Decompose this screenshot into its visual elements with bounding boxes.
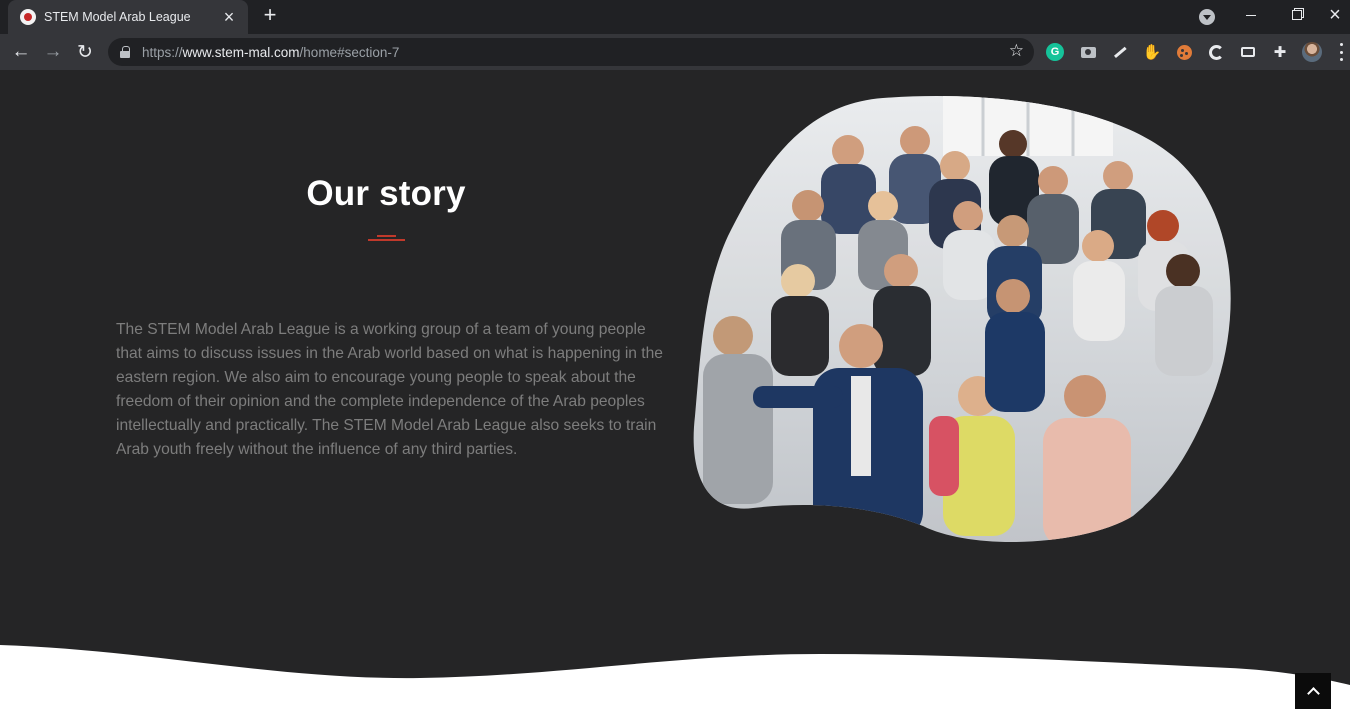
browser-tab-bar: STEM Model Arab League × + × bbox=[0, 0, 1350, 34]
team-photo-illustration bbox=[693, 96, 1231, 543]
title-accent-divider bbox=[368, 235, 405, 241]
back-to-top-button[interactable] bbox=[1295, 673, 1331, 709]
edge-extension-icon[interactable] bbox=[1207, 43, 1225, 61]
browser-tab[interactable]: STEM Model Arab League × bbox=[8, 0, 248, 34]
tab-title: STEM Model Arab League bbox=[44, 10, 191, 24]
site-favicon-icon bbox=[20, 9, 36, 25]
camera-extension-icon[interactable] bbox=[1079, 43, 1097, 61]
profile-avatar[interactable] bbox=[1302, 42, 1322, 62]
reload-icon[interactable]: ↻ bbox=[72, 39, 98, 65]
browser-menu-icon[interactable] bbox=[1338, 43, 1344, 61]
address-bar[interactable]: https://www.stem-mal.com/home#section-7 … bbox=[108, 38, 1034, 66]
browser-toolbar: ← → ↻ https://www.stem-mal.com/home#sect… bbox=[0, 34, 1350, 98]
window-close-button[interactable]: × bbox=[1320, 0, 1350, 30]
forward-arrow-icon[interactable]: → bbox=[40, 39, 66, 65]
window-restore-button[interactable] bbox=[1274, 0, 1320, 30]
window-minimize-button[interactable] bbox=[1228, 0, 1274, 30]
bookmark-star-icon[interactable]: ☆ bbox=[1009, 41, 1024, 61]
bottom-wave-divider bbox=[0, 640, 1350, 725]
url-path: /home#section-7 bbox=[299, 44, 400, 60]
url-host: www.stem-mal.com bbox=[182, 44, 300, 60]
team-photo-blob bbox=[693, 96, 1235, 544]
chevron-up-icon bbox=[1306, 686, 1320, 700]
url-text[interactable]: https://www.stem-mal.com/home#section-7 bbox=[142, 45, 399, 60]
hand-extension-icon[interactable]: ✋ bbox=[1143, 43, 1162, 61]
url-scheme: https:// bbox=[142, 44, 183, 60]
pen-extension-icon[interactable] bbox=[1107, 39, 1132, 64]
cookie-extension-icon[interactable] bbox=[1175, 43, 1193, 61]
cast-extension-icon[interactable] bbox=[1239, 43, 1257, 61]
back-arrow-icon[interactable]: ← bbox=[8, 39, 34, 65]
section-title: Our story bbox=[306, 174, 466, 213]
grammarly-extension-icon[interactable]: G bbox=[1046, 43, 1064, 61]
new-tab-button[interactable]: + bbox=[258, 4, 282, 28]
our-story-section: Our story The STEM Model Arab League is … bbox=[0, 70, 1350, 725]
tab-close-icon[interactable]: × bbox=[220, 8, 238, 26]
story-paragraph: The STEM Model Arab League is a working … bbox=[116, 321, 663, 458]
extensions-puzzle-icon[interactable]: ✚ bbox=[1271, 43, 1289, 61]
lock-icon[interactable] bbox=[120, 46, 130, 58]
tab-search-icon[interactable] bbox=[1199, 9, 1215, 25]
